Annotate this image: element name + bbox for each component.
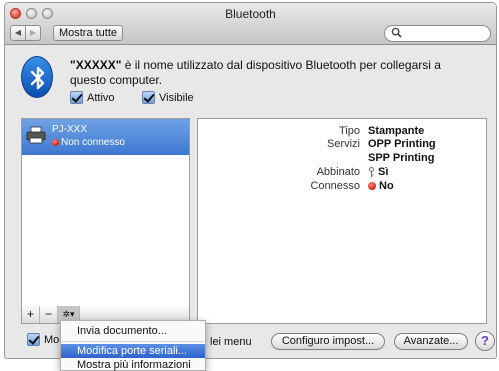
gear-icon: ✲▾ bbox=[62, 309, 75, 319]
bluetooth-logo-icon bbox=[21, 56, 53, 98]
services-value-2: SPP Printing bbox=[368, 152, 435, 164]
search-field[interactable] bbox=[384, 25, 491, 42]
detail-services: Servizi OPP Printing bbox=[198, 138, 486, 151]
add-device-button[interactable]: + bbox=[22, 306, 40, 323]
menu-item-send-document[interactable]: Invia documento... bbox=[61, 324, 205, 338]
device-name: PJ-XXX bbox=[52, 124, 88, 135]
window-title: Bluetooth bbox=[225, 7, 276, 21]
title-bar: Bluetooth ◀ ▶ Mostra tutte bbox=[5, 3, 496, 45]
menu-item-show-more-info[interactable]: Mostra più informazioni bbox=[61, 358, 205, 371]
forward-button[interactable]: ▶ bbox=[25, 25, 41, 41]
connected-label: Connesso bbox=[310, 180, 360, 192]
connected-value: No bbox=[379, 180, 394, 192]
back-arrow-icon: ◀ bbox=[14, 28, 22, 37]
detail-connected: Connesso No bbox=[198, 180, 486, 193]
device-row-selected[interactable]: PJ-XXX Non connesso bbox=[22, 119, 189, 155]
search-icon bbox=[391, 27, 402, 38]
device-list[interactable]: PJ-XXX Non connesso bbox=[21, 118, 190, 307]
key-icon bbox=[369, 166, 374, 177]
services-value-1: OPP Printing bbox=[368, 138, 436, 150]
device-status-text: Non connesso bbox=[61, 137, 125, 148]
services-label: Servizi bbox=[326, 138, 360, 150]
type-label: Tipo bbox=[339, 125, 360, 137]
device-status: Non connesso bbox=[52, 137, 125, 148]
paired-label: Abbinato bbox=[316, 166, 360, 178]
computer-name: "XXXXX" bbox=[70, 58, 122, 72]
type-value: Stampante bbox=[368, 125, 425, 137]
device-details-panel: Tipo Stampante Servizi OPP Printing SPP … bbox=[197, 118, 487, 324]
detail-type: Tipo Stampante bbox=[198, 125, 486, 138]
menu-separator bbox=[61, 341, 205, 342]
forward-arrow-icon: ▶ bbox=[29, 28, 37, 37]
advanced-button[interactable]: Avanzate... bbox=[394, 333, 468, 350]
back-button[interactable]: ◀ bbox=[10, 25, 26, 41]
configure-settings-button[interactable]: Configuro impost... bbox=[271, 333, 385, 350]
detail-services-2: SPP Printing bbox=[198, 152, 486, 165]
disconnected-red-dot-icon bbox=[368, 182, 376, 190]
visible-checkbox-label: Visibile bbox=[159, 91, 194, 104]
active-checkbox-label: Attivo bbox=[87, 91, 115, 104]
visible-checkbox[interactable]: Visibile bbox=[142, 91, 194, 104]
paired-value-wrap: Sì bbox=[368, 166, 388, 178]
show-in-menubar-checkbox-box[interactable] bbox=[27, 333, 40, 346]
active-checkbox-box[interactable] bbox=[70, 91, 83, 104]
menu-item-edit-serial-ports[interactable]: Modifica porte seriali... bbox=[61, 344, 205, 358]
show-in-menubar-label-suffix: lei menu bbox=[210, 336, 252, 348]
bluetooth-preferences-window: Bluetooth ◀ ▶ Mostra tutte "XXXXX" è il … bbox=[4, 2, 497, 359]
paired-value: Sì bbox=[378, 166, 389, 178]
detail-paired: Abbinato Sì bbox=[198, 166, 486, 179]
help-button[interactable]: ? bbox=[475, 331, 495, 351]
show-all-button[interactable]: Mostra tutte bbox=[53, 25, 123, 41]
gear-action-menu: Invia documento... Modifica porte serial… bbox=[60, 320, 206, 371]
remove-device-button[interactable]: − bbox=[40, 306, 58, 323]
active-checkbox[interactable]: Attivo bbox=[70, 91, 115, 104]
visible-checkbox-box[interactable] bbox=[142, 91, 155, 104]
status-red-dot-icon bbox=[52, 139, 59, 146]
connected-value-wrap: No bbox=[368, 180, 394, 192]
device-name-description: "XXXXX" è il nome utilizzato dal disposi… bbox=[70, 58, 480, 88]
description-text: è il nome utilizzato dal dispositivo Blu… bbox=[70, 58, 441, 87]
printer-icon bbox=[26, 126, 46, 144]
